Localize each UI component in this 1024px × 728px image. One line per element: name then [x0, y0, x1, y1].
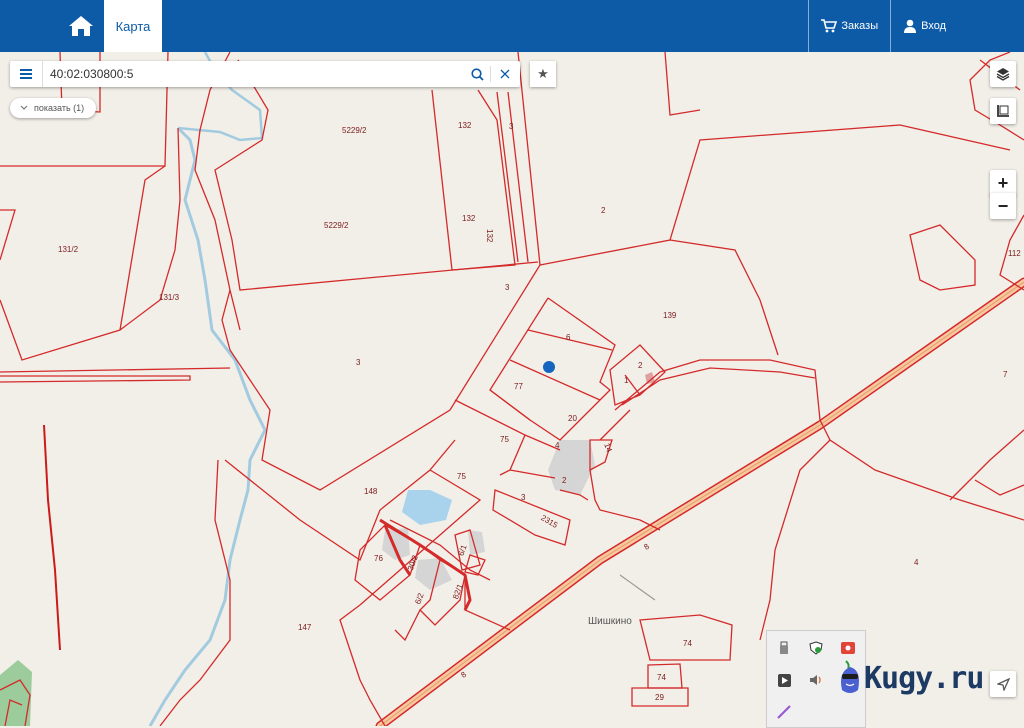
parcel-label: 139 [663, 311, 677, 320]
parcel-label: 132 [485, 229, 494, 243]
parcel-label: 4 [914, 558, 919, 567]
parcel-label: 74 [683, 639, 692, 648]
usb-icon[interactable] [775, 639, 793, 657]
parcel-label: 20 [568, 414, 577, 423]
record-icon[interactable] [839, 639, 857, 657]
clear-button[interactable] [492, 61, 518, 87]
parcel-label: 76 [374, 554, 383, 563]
parcel-label: 148 [364, 487, 378, 496]
parcel-label: 3 [356, 358, 361, 367]
parcel-label: 147 [298, 623, 312, 632]
tab-map[interactable]: Карта [104, 0, 162, 52]
parcel-label: 2 [638, 361, 643, 370]
star-icon: ★ [537, 66, 549, 81]
navigation-arrow-icon [996, 677, 1010, 691]
parcel-label: 4 [555, 441, 560, 450]
parcel-label: 1 [624, 376, 629, 385]
search-input[interactable] [50, 65, 450, 83]
home-button[interactable] [58, 0, 104, 52]
show-results-label: показать (1) [34, 103, 85, 113]
orders-label: Заказы [841, 20, 879, 32]
show-results-button[interactable]: показать (1) [10, 98, 97, 118]
parcel-label: 131/2 [58, 245, 79, 254]
layers-button[interactable] [990, 61, 1016, 87]
parcel-label: 2 [562, 476, 567, 485]
parcel-label: 74 [657, 673, 666, 682]
search-button[interactable] [464, 61, 490, 87]
parcel-label: 112 [1008, 249, 1021, 258]
kugy-mascot-icon [841, 660, 859, 693]
login-label: Вход [921, 20, 946, 32]
search-icon [470, 67, 484, 81]
parcel-label: 29 [655, 693, 664, 702]
close-icon [500, 69, 510, 79]
parcel-label: 2 [601, 206, 606, 215]
parcel-label: 75 [500, 435, 509, 444]
measure-button[interactable] [990, 98, 1016, 124]
parcel-label: 3 [505, 283, 510, 292]
favorites-button[interactable]: ★ [530, 61, 556, 87]
orders-button[interactable]: Заказы [808, 0, 890, 52]
search-bar [10, 61, 520, 87]
parcel-label: 132 [458, 121, 472, 130]
hamburger-icon [20, 69, 32, 79]
watermark-text: Kugy.ru [864, 660, 984, 696]
cart-icon [821, 19, 838, 33]
parcel-label: 131/3 [159, 293, 180, 302]
parcel-label: 5229/2 [342, 126, 367, 135]
parcel-label: 3 [509, 122, 514, 131]
menu-button[interactable] [10, 61, 43, 87]
home-icon [69, 16, 93, 36]
parcel-label: 3 [521, 493, 526, 502]
parcel-label: 75 [457, 472, 466, 481]
ruler-icon [997, 105, 1009, 117]
zoom-out-button[interactable]: − [990, 193, 1016, 219]
cadastral-map[interactable]: 5229/2 132 3 5229/2 132 132 2 131/2 131/… [0, 52, 1024, 726]
layers-icon [996, 68, 1010, 81]
chevron-down-icon [20, 105, 28, 110]
speaker-icon[interactable] [807, 671, 825, 689]
parcel-label: 6 [566, 333, 571, 342]
place-label: Шишкино [588, 616, 632, 627]
parcel-marker[interactable] [543, 361, 555, 373]
user-icon [904, 19, 917, 33]
parcel-label: 5229/2 [324, 221, 349, 230]
parcel-label: 132 [462, 214, 476, 223]
parcel-label: 7 [1003, 370, 1008, 379]
parcel-label: 77 [514, 382, 523, 391]
media-player-icon[interactable] [775, 671, 793, 689]
locate-button[interactable] [990, 671, 1016, 697]
kugy-watermark: Kugy.ru [836, 660, 984, 696]
top-navbar: Карта Заказы Вход [0, 0, 1024, 52]
login-button[interactable]: Вход [890, 0, 1024, 52]
pen-icon[interactable] [775, 703, 793, 721]
shield-icon[interactable] [807, 639, 825, 657]
